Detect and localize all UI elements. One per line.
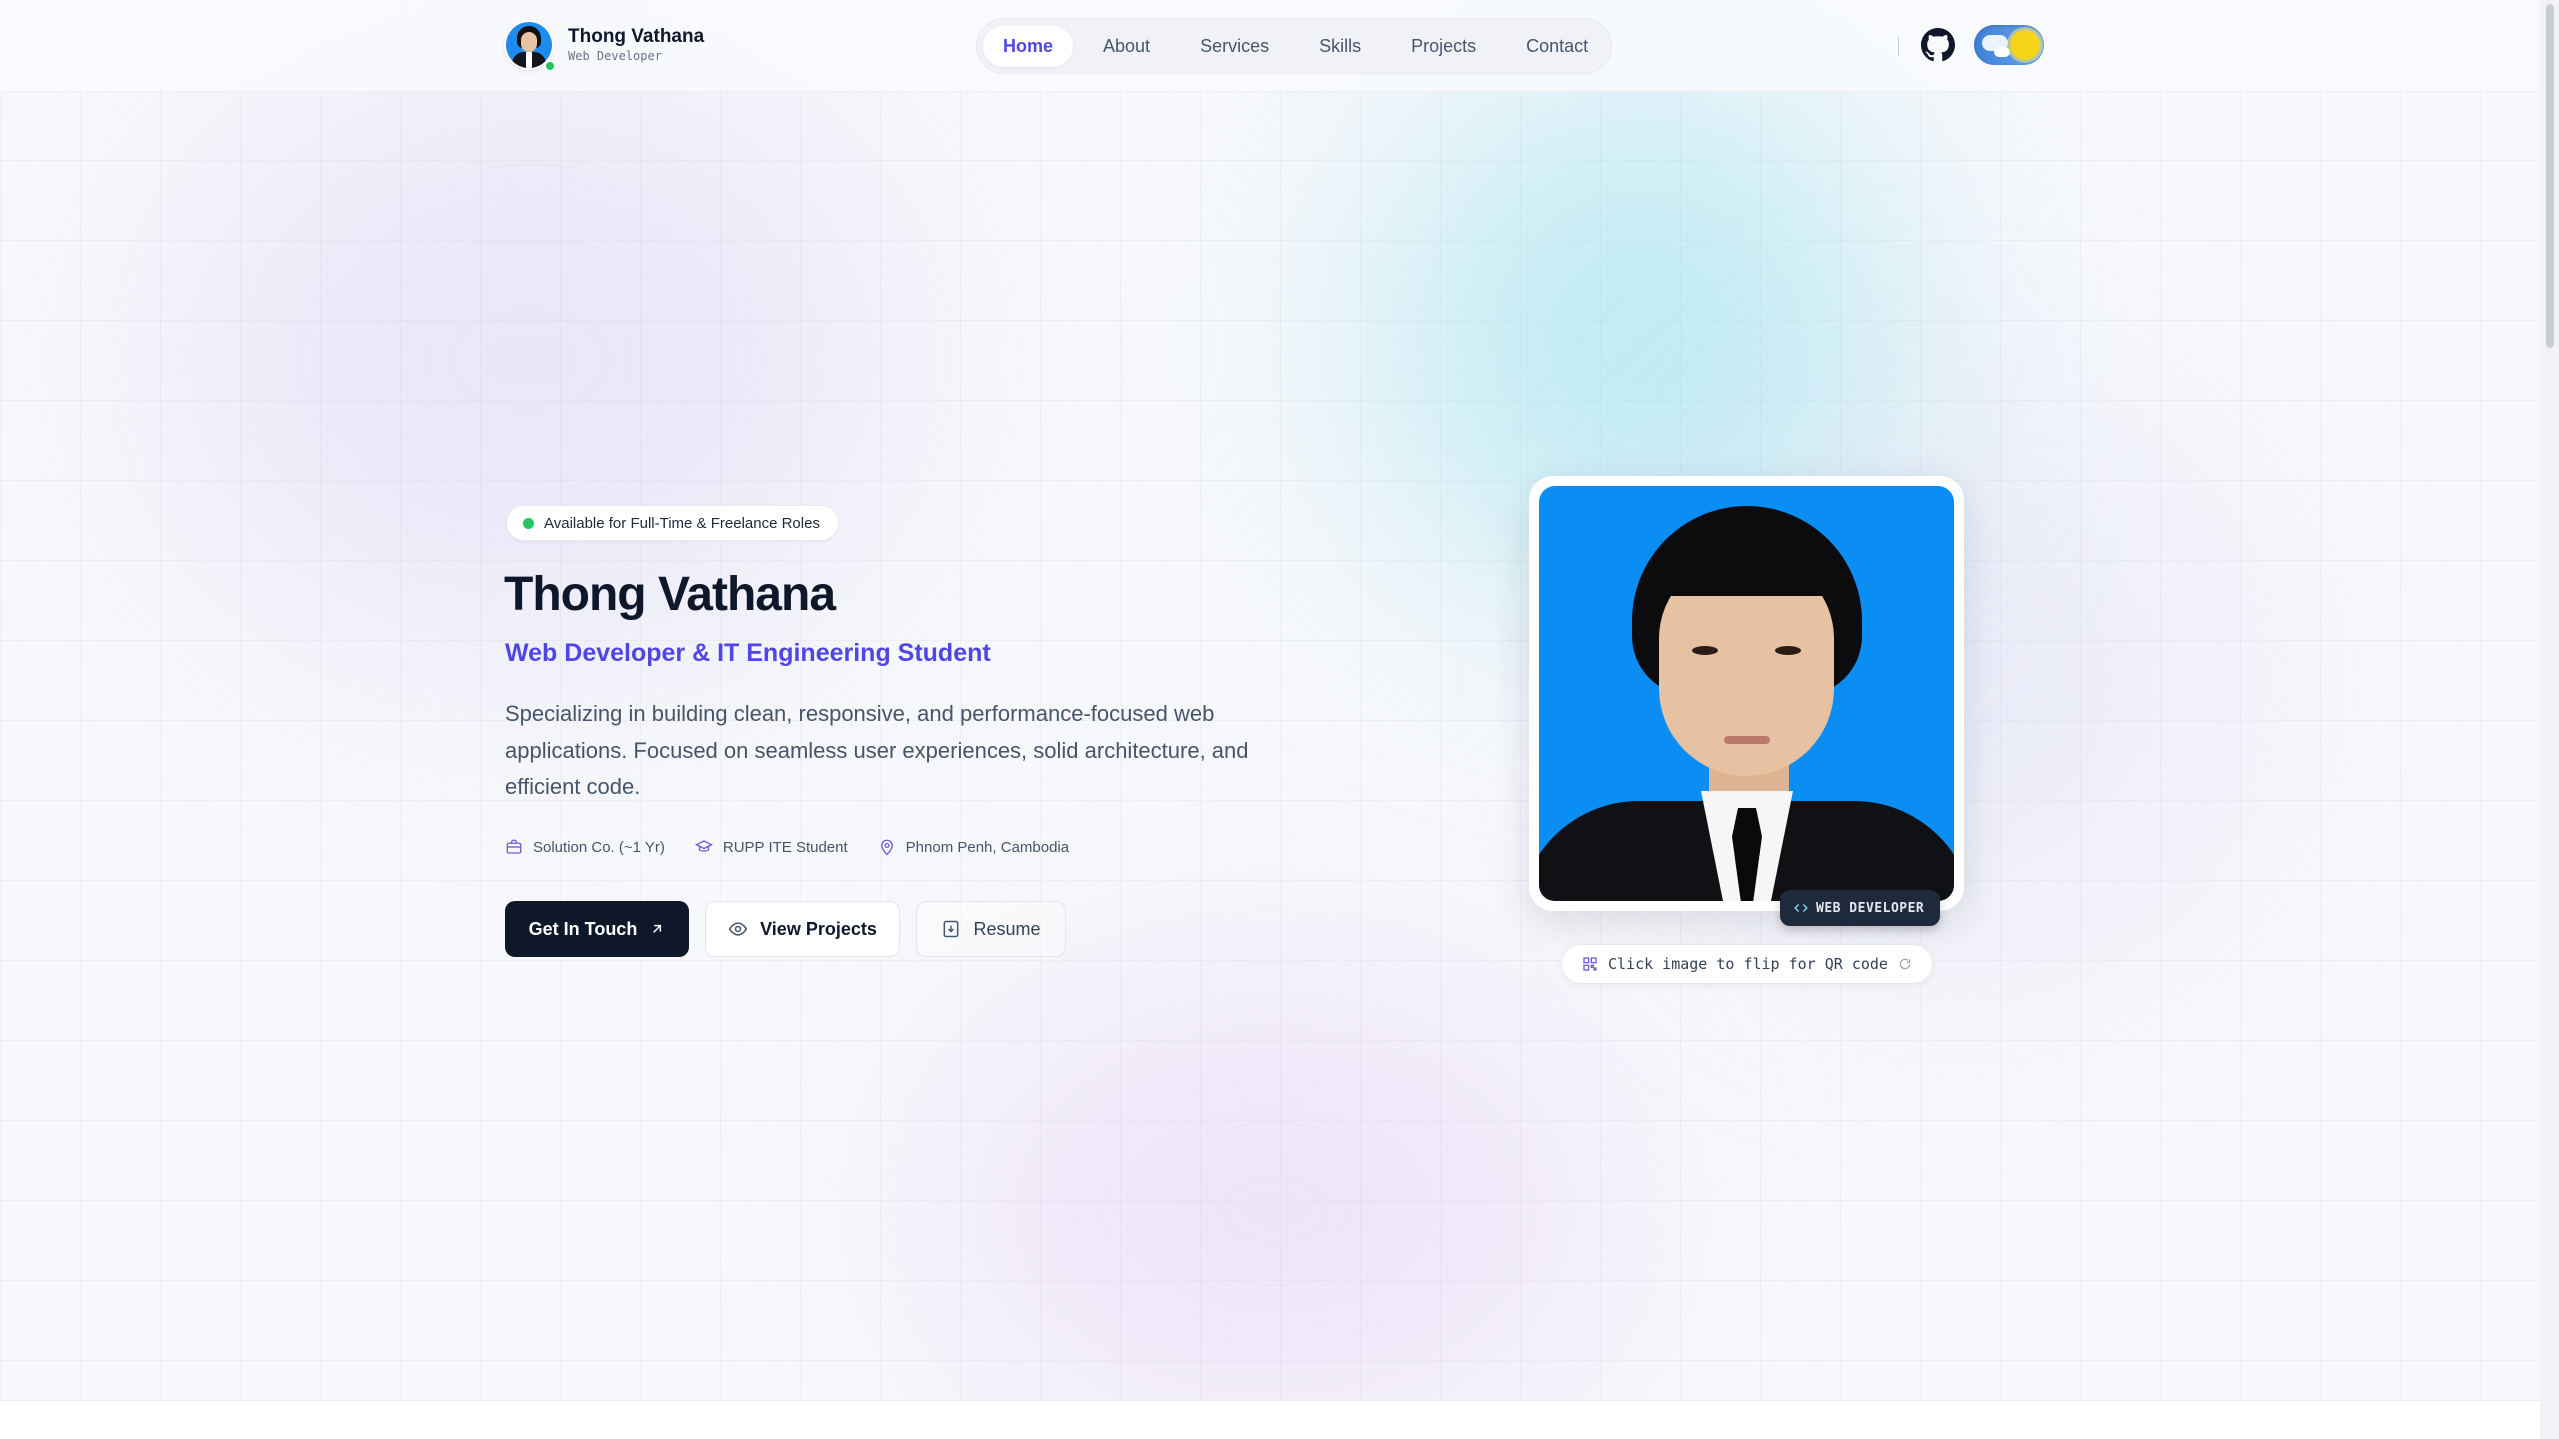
download-icon xyxy=(944,920,959,938)
graduation-cap-icon xyxy=(694,840,713,852)
main-nav: Home About Services Skills Projects Cont… xyxy=(976,18,1612,74)
button-label: Get In Touch xyxy=(528,918,638,939)
view-projects-button[interactable]: View Projects xyxy=(705,901,900,957)
meta-item-location: Phnom Penh, Cambodia xyxy=(878,838,1069,856)
brand-role: Web Developer xyxy=(568,49,662,63)
button-label: View Projects xyxy=(760,918,877,939)
availability-text: Available for Full-Time & Freelance Role… xyxy=(544,514,820,532)
site-header: Thong Vathana Web Developer Home About S… xyxy=(0,0,2540,92)
briefcase-icon xyxy=(506,839,522,854)
nav-item-skills[interactable]: Skills xyxy=(1299,26,1381,67)
nav-item-about[interactable]: About xyxy=(1083,26,1170,67)
qr-code-icon xyxy=(1583,957,1597,971)
resume-button[interactable]: Resume xyxy=(916,901,1066,957)
role-tag-label: WEB DEVELOPER xyxy=(1816,900,1925,916)
header-divider xyxy=(1898,36,1899,56)
profile-photo[interactable] xyxy=(1539,486,1954,901)
status-dot-icon xyxy=(523,517,534,529)
nav-item-home[interactable]: Home xyxy=(983,25,1074,67)
next-section-edge xyxy=(0,1400,2540,1439)
online-status-dot xyxy=(544,60,556,72)
nav-item-contact[interactable]: Contact xyxy=(1506,26,1608,67)
hero-title: Web Developer & IT Engineering Student xyxy=(505,639,991,667)
button-label: Resume xyxy=(973,918,1041,939)
qr-hint-text: Click image to flip for QR code xyxy=(1608,955,1888,973)
meta-label: Phnom Penh, Cambodia xyxy=(905,838,1070,856)
role-tag: WEB DEVELOPER xyxy=(1780,890,1941,926)
eye-icon xyxy=(728,922,748,936)
hero-name: Thong Vathana xyxy=(504,568,836,621)
hero-description: Specializing in building clean, responsi… xyxy=(505,701,1249,799)
nav-item-services[interactable]: Services xyxy=(1180,26,1289,67)
background-glow xyxy=(180,80,880,640)
scrollbar-thumb[interactable] xyxy=(2546,4,2554,348)
meta-label: RUPP ITE Student xyxy=(722,838,848,856)
meta-item-education: RUPP ITE Student xyxy=(694,838,848,856)
code-icon xyxy=(1794,904,1808,912)
theme-toggle[interactable] xyxy=(1974,25,2044,65)
meta-item-work: Solution Co. (~1 Yr) xyxy=(505,838,665,856)
qr-hint[interactable]: Click image to flip for QR code xyxy=(1561,944,1933,984)
get-in-touch-button[interactable]: Get In Touch xyxy=(505,901,689,957)
brand-name: Thong Vathana xyxy=(568,26,705,47)
map-pin-icon xyxy=(880,839,893,856)
refresh-icon xyxy=(1899,958,1911,970)
arrow-up-right-icon xyxy=(653,924,662,933)
meta-label: Solution Co. (~1 Yr) xyxy=(533,838,665,856)
brand[interactable]: Thong Vathana Web Developer xyxy=(506,22,705,72)
scrollbar[interactable] xyxy=(2540,0,2559,1439)
background-glow xyxy=(950,1000,1600,1420)
sun-icon xyxy=(2010,30,2040,60)
availability-badge: Available for Full-Time & Freelance Role… xyxy=(506,505,839,541)
nav-item-projects[interactable]: Projects xyxy=(1391,26,1496,67)
hero-meta: Solution Co. (~1 Yr) RUPP ITE Student Ph… xyxy=(505,838,1069,856)
profile-photo-card[interactable] xyxy=(1529,476,1964,911)
github-icon[interactable] xyxy=(1921,28,1955,62)
